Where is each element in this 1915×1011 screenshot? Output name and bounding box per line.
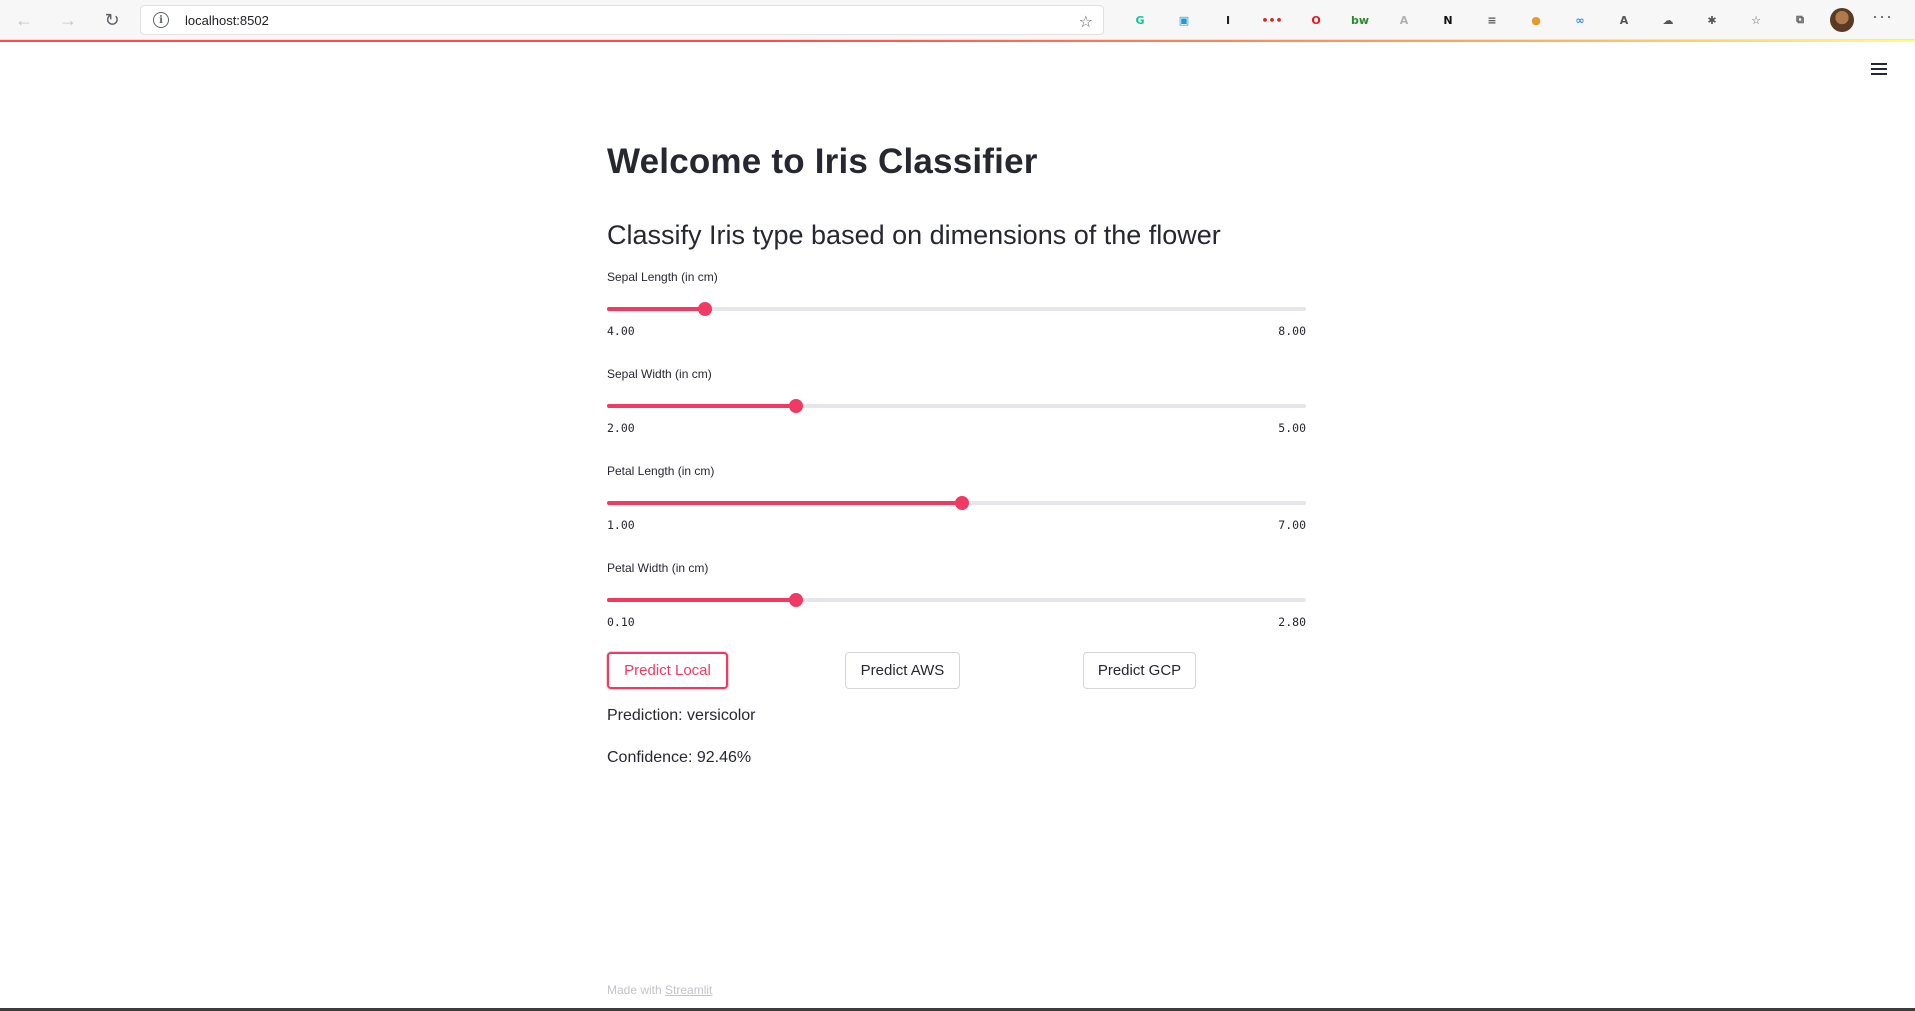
- forward-arrow-icon[interactable]: →: [54, 6, 82, 34]
- page-subtitle: Classify Iris type based on dimensions o…: [607, 220, 1221, 250]
- extension-toolbar: G ▣ I ••• Obw A N ≡ ● ∞ A ☁ ✱ ☆ ⧉: [1118, 8, 1822, 32]
- footer-made-with: Made with: [607, 983, 662, 997]
- predict-gcp-button[interactable]: Predict GCP: [1083, 652, 1196, 689]
- slider-label: Petal Width (in cm): [607, 561, 709, 575]
- slider-fill: [607, 501, 963, 505]
- slider-fill: [607, 404, 796, 408]
- slider-label: Petal Length (in cm): [607, 464, 715, 478]
- save-icon[interactable]: ▣: [1162, 8, 1206, 32]
- confidence-text: Confidence: 92.46%: [607, 749, 752, 766]
- slider-max-value: 2.80: [1278, 615, 1306, 629]
- streamlit-decoration-bar: [0, 40, 1915, 42]
- slider-track[interactable]: [607, 302, 1306, 316]
- slider-track[interactable]: [607, 399, 1306, 413]
- slider-fill: [607, 307, 705, 311]
- more-options-icon[interactable]: ···: [1872, 6, 1893, 27]
- predict-local-button[interactable]: Predict Local: [607, 652, 728, 689]
- add-favorite-icon[interactable]: ☆: [1079, 12, 1093, 32]
- footer: Made with Streamlit: [607, 983, 712, 997]
- instapaper-icon[interactable]: I: [1206, 8, 1250, 32]
- slider-thumb[interactable]: [697, 302, 712, 316]
- read-aloud-icon[interactable]: A: [1602, 8, 1646, 32]
- grey-extension-icon[interactable]: A: [1382, 8, 1426, 32]
- slider-petal-length: Petal Length (in cm) 1.00 7.00: [607, 464, 1306, 544]
- notion-icon[interactable]: N: [1426, 8, 1470, 32]
- bw-icon[interactable]: bw: [1338, 8, 1382, 32]
- slider-fill: [607, 598, 796, 602]
- slider-track[interactable]: [607, 496, 1306, 510]
- slider-max-value: 8.00: [1278, 324, 1306, 338]
- puzzle-icon[interactable]: ✱: [1690, 8, 1734, 32]
- browser-toolbar: ← → ↻ i localhost:8502 ☆ G ▣ I ••• Obw A N ≡ ● ∞ A…: [0, 0, 1915, 40]
- lastpass-icon[interactable]: •••: [1250, 8, 1294, 32]
- slider-thumb[interactable]: [955, 496, 970, 510]
- streamlit-link[interactable]: Streamlit: [665, 983, 712, 997]
- slider-petal-width: Petal Width (in cm) 0.10 2.80: [607, 561, 1306, 641]
- slider-thumb[interactable]: [788, 399, 803, 413]
- cloud-icon[interactable]: ☁: [1646, 8, 1690, 32]
- sync-icon[interactable]: ∞: [1558, 8, 1602, 32]
- slider-sepal-length: Sepal Length (in cm) 4.00 8.00: [607, 270, 1306, 350]
- prediction-text: Prediction: versicolor: [607, 707, 756, 724]
- address-bar[interactable]: i localhost:8502 ☆: [140, 5, 1104, 35]
- slider-min-value: 0.10: [607, 615, 635, 629]
- page-title: Welcome to Iris Classifier: [607, 142, 1038, 181]
- predict-aws-button[interactable]: Predict AWS: [845, 652, 960, 689]
- slider-max-value: 7.00: [1278, 518, 1306, 532]
- url-text[interactable]: localhost:8502: [185, 13, 269, 28]
- profile-avatar[interactable]: [1830, 8, 1854, 32]
- slider-sepal-width: Sepal Width (in cm) 2.00 5.00: [607, 367, 1306, 447]
- slider-label: Sepal Width (in cm): [607, 367, 712, 381]
- slider-min-value: 2.00: [607, 421, 635, 435]
- reader-icon[interactable]: ≡: [1470, 8, 1514, 32]
- site-info-icon[interactable]: i: [153, 12, 169, 28]
- favorites-icon[interactable]: ☆: [1734, 8, 1778, 32]
- hamburger-menu-icon[interactable]: [1868, 60, 1890, 78]
- slider-min-value: 4.00: [607, 324, 635, 338]
- slider-min-value: 1.00: [607, 518, 635, 532]
- opera-icon[interactable]: O: [1294, 8, 1338, 32]
- slider-thumb[interactable]: [788, 593, 803, 607]
- grammarly-icon[interactable]: G: [1118, 8, 1162, 32]
- slider-max-value: 5.00: [1278, 421, 1306, 435]
- slider-track[interactable]: [607, 593, 1306, 607]
- slider-label: Sepal Length (in cm): [607, 270, 718, 284]
- cookie-icon[interactable]: ●: [1514, 8, 1558, 32]
- collections-icon[interactable]: ⧉: [1778, 8, 1822, 32]
- reload-icon[interactable]: ↻: [98, 6, 126, 34]
- back-arrow-icon[interactable]: ←: [10, 6, 38, 34]
